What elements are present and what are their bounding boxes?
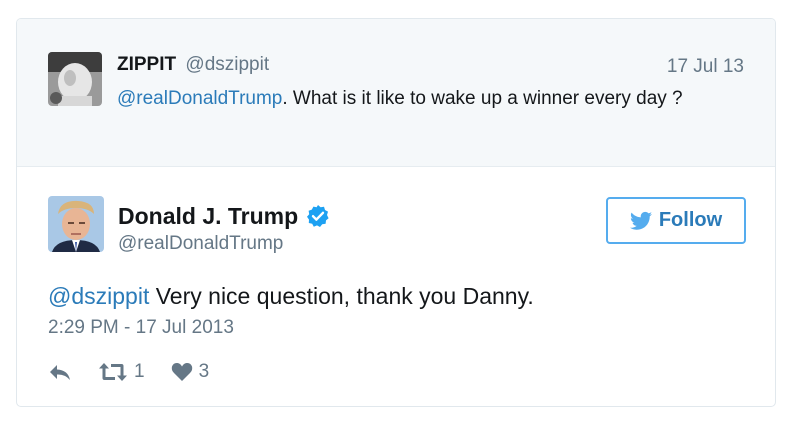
- follow-button-label: Follow: [658, 209, 723, 231]
- embedded-tweet-card: ZIPPIT @dszippit 17 Jul 13 @realDonaldTr…: [16, 18, 776, 407]
- twitter-bird-icon: [629, 211, 652, 230]
- retweet-icon: [99, 363, 127, 381]
- like-count: 3: [198, 361, 210, 382]
- verified-badge-icon: [306, 204, 330, 228]
- author-name-line: Donald J. Trump: [118, 202, 330, 230]
- parent-tweet-date[interactable]: 17 Jul 13: [667, 55, 744, 79]
- parent-author-avatar[interactable]: [48, 52, 102, 106]
- tweet-actions: 1 3: [48, 359, 209, 385]
- retweet-count: 1: [134, 361, 145, 382]
- parent-tweet[interactable]: ZIPPIT @dszippit 17 Jul 13 @realDonaldTr…: [17, 19, 775, 167]
- author-name[interactable]: Donald J. Trump: [118, 202, 298, 230]
- parent-mention-link[interactable]: @realDonaldTrump: [117, 88, 282, 109]
- author-handle[interactable]: @realDonaldTrump: [118, 232, 283, 256]
- author-avatar[interactable]: [48, 196, 104, 252]
- parent-tweet-body: . What is it like to wake up a winner ev…: [282, 88, 683, 109]
- heart-icon: [171, 362, 192, 381]
- mention-link[interactable]: @dszippit: [48, 283, 149, 309]
- follow-button[interactable]: Follow: [606, 197, 746, 244]
- retweet-button[interactable]: 1: [98, 361, 145, 383]
- like-button[interactable]: 3: [171, 361, 210, 383]
- tweet-text: @dszippit Very nice question, thank you …: [48, 281, 534, 311]
- tweet-body: Very nice question, thank you Danny.: [149, 283, 534, 309]
- parent-author-name[interactable]: ZIPPIT: [117, 54, 176, 75]
- parent-author-handle[interactable]: @dszippit: [185, 54, 269, 75]
- parent-tweet-text: @realDonaldTrump. What is it like to wak…: [117, 85, 747, 113]
- reply-icon: [50, 365, 70, 380]
- reply-button[interactable]: [48, 362, 72, 382]
- tweet-timestamp[interactable]: 2:29 PM - 17 Jul 2013: [48, 316, 234, 340]
- parent-author-line: ZIPPIT @dszippit: [117, 53, 269, 77]
